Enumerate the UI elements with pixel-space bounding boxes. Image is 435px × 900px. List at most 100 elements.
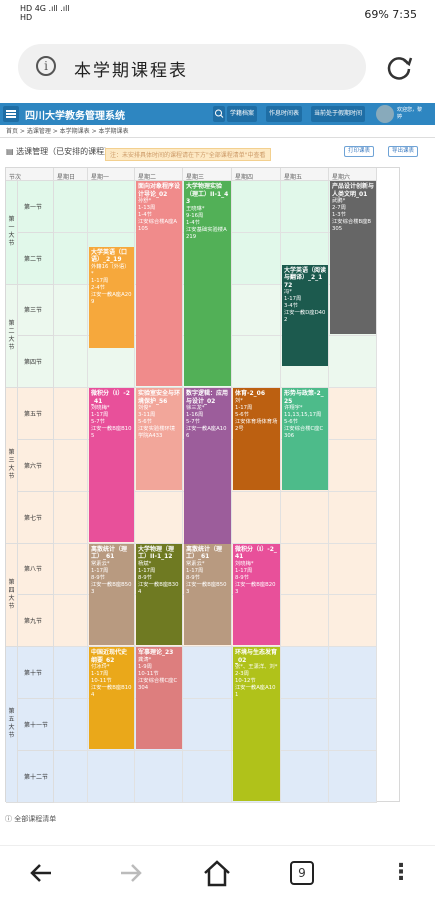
timetable-cell[interactable]	[135, 750, 183, 803]
course-block[interactable]: 实验室安全与环境保护_56 刘俊* 3-11周 5-6节 江安实验楼环境学院A433	[136, 388, 182, 490]
course-name: 大学英语（阅读与翻译）_2_172	[284, 266, 327, 289]
breadcrumb[interactable]: 首页 > 选课管理 > 本学期课表 > 本学期课表	[0, 125, 435, 138]
student-record-button[interactable]: 学籍档案	[227, 106, 258, 122]
timetable-cell[interactable]	[54, 232, 88, 285]
course-block[interactable]: 环境与生态发育_02 张*、王潇洋、刘* 2-3周 10-12节 江安一教A座A101	[233, 647, 280, 801]
course-block[interactable]: 大学物理实验（理工）II-1_43 王晓琳* 9-16周 1-4节 江安基础实验楼A21…	[184, 181, 231, 387]
timetable-cell[interactable]	[54, 491, 88, 544]
avatar[interactable]	[376, 105, 394, 123]
course-name: 实验室安全与环境保护_56	[138, 390, 181, 405]
timetable-cell[interactable]	[135, 491, 183, 544]
timetable-cell[interactable]	[54, 284, 88, 337]
course-info: 1-17周	[235, 404, 253, 411]
course-name: 大学物理（理工）II-1_12	[138, 545, 175, 561]
print-button[interactable]: 打印课表	[344, 146, 375, 157]
course-block[interactable]: 面向对象程序设计导论_02 孙舒* 1-13周 1-4节 江安综合楼A座A105	[136, 181, 182, 387]
course-info: 1-3节	[332, 212, 346, 218]
timetable-cell[interactable]	[329, 699, 377, 751]
course-name: 离散统计（理工）_61	[186, 545, 223, 561]
timetable-cell[interactable]	[88, 750, 135, 803]
export-button[interactable]: 导出课表	[388, 146, 419, 157]
tabs-count-icon[interactable]: 9	[290, 861, 314, 885]
course-block[interactable]: 微积分（I）-2_41 刘晓梅* 1-17周 8-9节 江安一教B座B203	[233, 543, 280, 646]
timetable-cell[interactable]	[54, 181, 88, 233]
timetable-cell[interactable]	[54, 543, 88, 596]
timetable-cell[interactable]	[329, 543, 377, 596]
timetable-cell[interactable]	[329, 750, 377, 803]
address-bar[interactable]: i 本学期课程表	[18, 44, 366, 90]
course-info: 2-4节	[91, 284, 105, 291]
more-icon[interactable]: ⋮	[384, 856, 418, 890]
period-label: 第一节	[18, 181, 54, 233]
page-title-url: 本学期课程表	[74, 61, 188, 81]
course-block[interactable]: 大学英语（口语）_2_19 外籍16（外语）* 1-17周 2-4节 江安一教A座A20…	[89, 246, 134, 349]
course-name: 大学物理实验（理工）II-1_43	[186, 183, 229, 205]
timetable-cell[interactable]	[232, 284, 281, 337]
back-icon[interactable]	[25, 856, 59, 890]
search-icon[interactable]	[213, 106, 225, 122]
menu-icon[interactable]	[3, 106, 19, 122]
timetable-cell[interactable]	[54, 336, 88, 389]
course-block[interactable]: 离散统计（理工）_61 常素云* 1-17周 8-9节 江安一教B座B503	[184, 543, 231, 646]
timetable-cell[interactable]	[232, 181, 281, 233]
reload-icon[interactable]	[384, 52, 414, 82]
course-info: 武鹏*	[332, 198, 346, 204]
timetable-cell[interactable]	[54, 750, 88, 803]
timetable-cell[interactable]	[232, 232, 281, 285]
timetable-cell[interactable]	[54, 388, 88, 440]
holiday-button[interactable]: 当前处于假期时间	[311, 106, 366, 122]
course-info: 9-16周	[186, 212, 204, 219]
home-icon[interactable]	[200, 856, 234, 890]
user-greeting[interactable]: 欢迎您，黎婷	[397, 107, 423, 121]
course-block[interactable]: 大学英语（阅读与翻译）_2_172 冯* 1-17周 3-4节 江安一教D座D402	[282, 264, 328, 367]
course-block[interactable]: 体育-2_06 刘* 1-17周 5-6节 江安体育场体育场2号	[233, 388, 280, 490]
app-title: 四川大学教务管理系统	[25, 111, 125, 122]
timetable-cell[interactable]	[281, 181, 329, 233]
timetable-cell[interactable]	[54, 699, 88, 751]
info-icon[interactable]: i	[36, 56, 56, 76]
timetable-cell[interactable]	[88, 181, 135, 233]
course-block[interactable]: 中国近现代史纲要_62 付冰玲* 1-17周 10-11节 江安一教B座B104	[89, 647, 134, 749]
timetable-cell[interactable]	[329, 388, 377, 440]
course-info: 1-13周	[138, 205, 156, 211]
timetable-cell[interactable]	[183, 647, 232, 699]
course-info: 江安综合楼A座A105	[138, 219, 178, 232]
course-info: 江安体育场体育场2号	[235, 418, 278, 432]
course-info: 江安基础实验楼A219	[186, 226, 227, 240]
timetable-cell[interactable]	[281, 543, 329, 596]
timetable-cell[interactable]	[329, 491, 377, 544]
period-label: 第四节	[18, 336, 54, 389]
timetable-cell[interactable]	[281, 750, 329, 803]
course-block[interactable]: 形势与政策-2_25 许翔宇* 11,13,15,17周 5-6节 江安综合楼C座C30…	[282, 388, 328, 490]
timetable-cell[interactable]	[281, 491, 329, 544]
course-block[interactable]: 军事理论_23 龚涛* 1-9周 10-11节 江安综合楼C座C304	[136, 647, 182, 749]
timetable: 节次 星期日 星期一 星期二 星期三 星期四 星期五 星期六 第一节 第二节第一大节第三节 第四节第…	[5, 167, 400, 803]
timetable-cell[interactable]	[281, 647, 329, 699]
course-info: 孙舒*	[138, 198, 152, 204]
course-block[interactable]: 大学物理（理工）II-1_12 杨斌* 1-17周 8-9节 江安一教B座B304	[136, 543, 182, 646]
forward-icon[interactable]	[113, 856, 147, 890]
period-label: 第十节	[18, 647, 54, 699]
all-courses-link[interactable]: ⓘ 全部课程清单	[5, 814, 56, 824]
course-block[interactable]: 产品设计创新与人类文明_01 武鹏* 2-7周 1-3节 江安综合楼B座B305	[330, 181, 376, 335]
timetable-cell[interactable]	[329, 595, 377, 648]
section-label: 第一大节	[6, 181, 18, 285]
timetable-cell[interactable]	[329, 336, 377, 389]
timetable-cell[interactable]	[281, 595, 329, 648]
timetable-cell[interactable]	[329, 647, 377, 699]
timetable-cell[interactable]	[232, 336, 281, 389]
timetable-cell[interactable]	[54, 440, 88, 492]
status-left: HD 4G .ıll .ıll HD	[20, 4, 70, 22]
timetable-cell[interactable]	[329, 440, 377, 492]
course-name: 军事理论_23	[138, 649, 174, 657]
column-header: 星期三	[183, 168, 232, 181]
timetable-cell[interactable]	[54, 647, 88, 699]
timetable-cell[interactable]	[54, 595, 88, 648]
course-block[interactable]: 微积分（I）-2_41 刘晓梅* 1-17周 5-7节 江安一教B座B105	[89, 388, 134, 542]
timetable-cell[interactable]	[281, 699, 329, 751]
timetable-cell[interactable]	[183, 750, 232, 803]
timetable-cell[interactable]	[232, 491, 281, 544]
schedule-button[interactable]: 作息时间表	[266, 106, 303, 122]
course-block[interactable]: 离散统计（理工）_61 常素云* 1-17周 8-9节 江安一教B座B503	[89, 543, 134, 646]
timetable-cell[interactable]	[183, 699, 232, 751]
